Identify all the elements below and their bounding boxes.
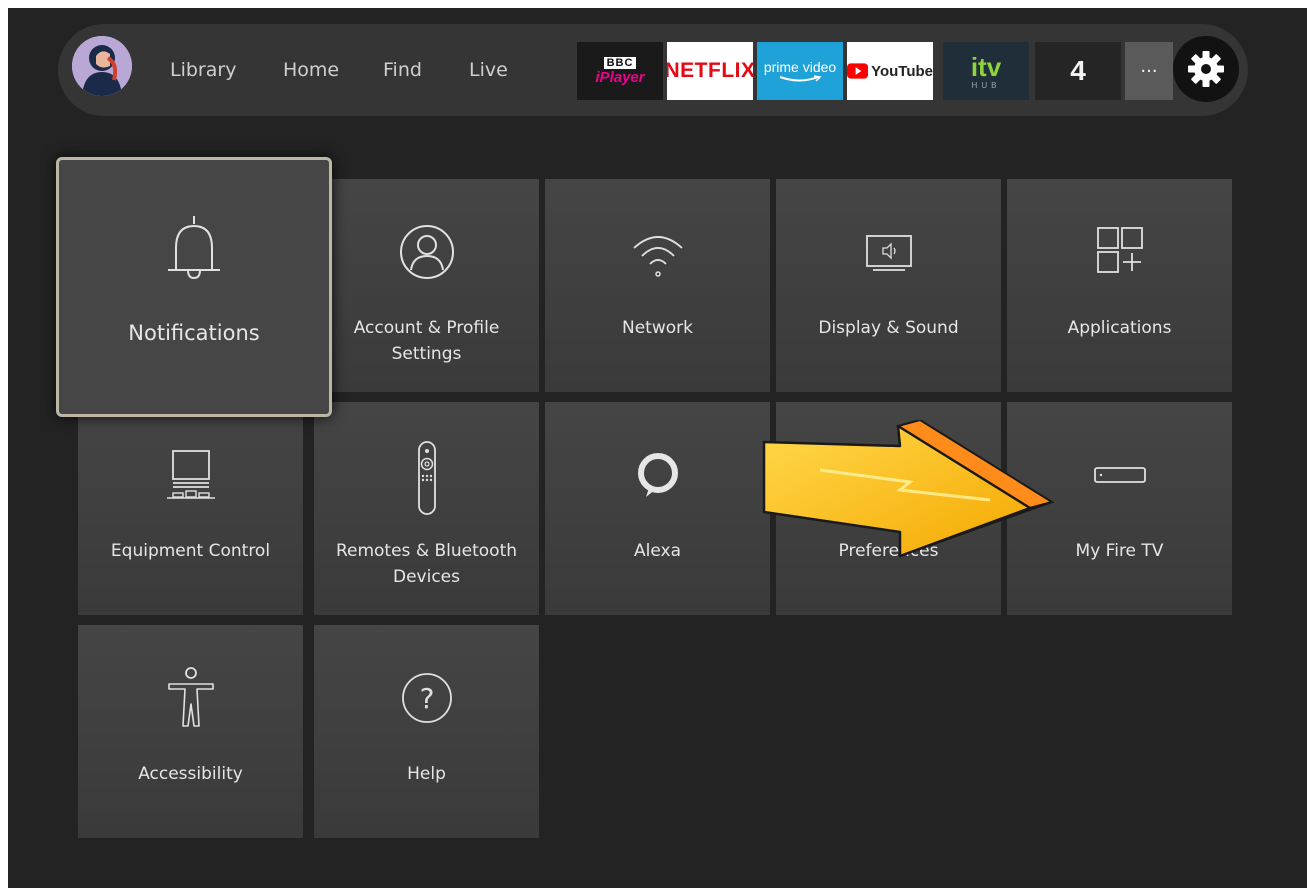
tile-remotes-bluetooth-devices[interactable]: Remotes & Bluetooth Devices xyxy=(314,402,539,615)
hub-logo-text: HUB xyxy=(971,80,1001,90)
tile-label: Alexa xyxy=(634,541,681,561)
tile-label: Equipment Control xyxy=(110,541,271,561)
svg-text:?: ? xyxy=(419,682,434,715)
more-apps-button[interactable]: ··· xyxy=(1125,42,1173,100)
tile-label: Help xyxy=(407,764,446,784)
tile-label: Accessibility xyxy=(138,764,243,784)
tile-network[interactable]: Network xyxy=(545,179,770,392)
profile-avatar[interactable] xyxy=(72,36,132,96)
app-prime-video[interactable]: prime video xyxy=(757,42,843,100)
nav-library[interactable]: Library xyxy=(170,59,236,81)
app-netflix[interactable]: NETFLIX xyxy=(667,42,753,100)
more-dots-icon: ··· xyxy=(1140,60,1158,82)
app-itv-hub[interactable]: itv HUB xyxy=(943,42,1029,100)
tile-label: Applications xyxy=(1067,318,1172,338)
app-youtube[interactable]: YouTube xyxy=(847,42,933,100)
nav-home[interactable]: Home xyxy=(283,59,339,81)
tile-label: Account & Profile Settings xyxy=(353,318,500,364)
alexa-icon xyxy=(545,442,770,508)
accessibility-icon xyxy=(78,665,303,731)
youtube-play-icon xyxy=(847,63,869,79)
prime-smile-icon xyxy=(779,75,822,82)
tile-label: Remotes & Bluetooth Devices xyxy=(335,541,518,587)
channel-4-logo-text: 4 xyxy=(1070,55,1086,86)
avatar-icon xyxy=(72,36,132,96)
youtube-logo-text: YouTube xyxy=(871,62,933,80)
wifi-icon xyxy=(545,219,770,285)
display-sound-icon xyxy=(776,219,1001,285)
itv-logo-text: itv xyxy=(970,51,1002,82)
tile-label: Network xyxy=(622,318,693,338)
settings-button[interactable] xyxy=(1173,36,1239,102)
applications-icon xyxy=(1007,219,1232,285)
tile-alexa[interactable]: Alexa xyxy=(545,402,770,615)
tile-equipment-control[interactable]: Equipment Control xyxy=(78,402,303,615)
netflix-logo-text: NETFLIX xyxy=(667,59,753,82)
bbc-logo-text: BBC xyxy=(603,56,637,69)
nav-find[interactable]: Find xyxy=(383,59,422,81)
tile-display-sound[interactable]: Display & Sound xyxy=(776,179,1001,392)
help-icon: ? xyxy=(314,665,539,731)
tile-label: Display & Sound xyxy=(818,318,959,338)
gear-icon xyxy=(1188,51,1224,87)
tile-help[interactable]: ? Help xyxy=(314,625,539,838)
prime-video-logo-text: prime video xyxy=(763,59,837,75)
tile-account-profile-settings[interactable]: Account & Profile Settings xyxy=(314,179,539,392)
equipment-icon xyxy=(78,442,303,508)
tile-notifications[interactable]: Notifications xyxy=(56,157,332,417)
app-channel-4[interactable]: 4 xyxy=(1035,42,1121,100)
app-bbc-iplayer[interactable]: BBC iPlayer xyxy=(577,42,663,100)
profile-icon xyxy=(314,219,539,285)
tile-accessibility[interactable]: Accessibility xyxy=(78,625,303,838)
remote-icon xyxy=(314,438,539,518)
iplayer-logo-text: iPlayer xyxy=(595,68,645,86)
tile-applications[interactable]: Applications xyxy=(1007,179,1232,392)
tile-label: Notifications xyxy=(128,321,260,345)
nav-live[interactable]: Live xyxy=(469,59,508,81)
bell-icon xyxy=(59,212,329,288)
annotation-arrow-icon xyxy=(762,420,1055,558)
